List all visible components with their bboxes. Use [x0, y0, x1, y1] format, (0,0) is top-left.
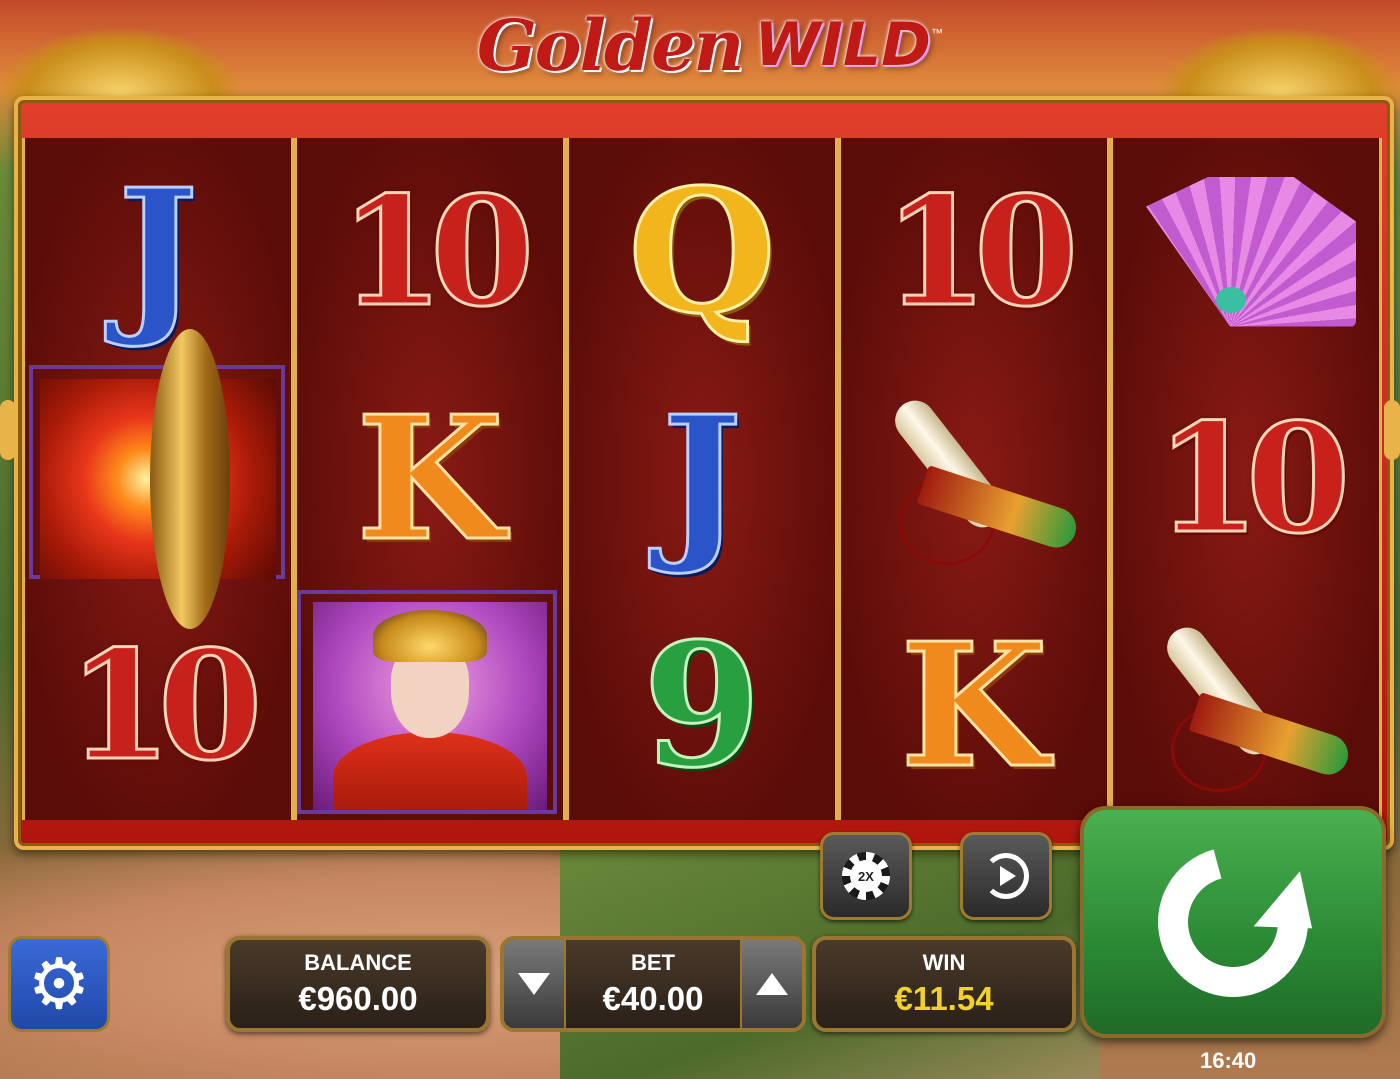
reel-1-symbol-3: 10 — [25, 592, 291, 819]
reel-grid: J 10 10 K Q J 9 10 K 10 — [22, 138, 1386, 820]
win-panel: WIN €11.54 — [812, 936, 1076, 1032]
reel-5-symbol-2: 10 — [1113, 365, 1379, 592]
win-label: WIN — [922, 950, 966, 975]
symbol-9: 9 — [641, 605, 762, 806]
play-icon — [1000, 866, 1016, 886]
symbol-10: 10 — [66, 617, 264, 794]
frame-side-ornament-left — [0, 400, 16, 460]
reel-1-symbol-2 — [25, 328, 291, 629]
pink-fan-symbol — [1136, 167, 1356, 337]
frame-side-ornament-right — [1384, 400, 1400, 460]
autoplay-icon — [983, 853, 1029, 899]
bet-panel: BET €40.00 — [500, 936, 806, 1032]
reel-2-symbol-2: K — [297, 365, 563, 592]
reel-3-symbol-1: Q — [569, 138, 835, 365]
symbol-q: Q — [626, 151, 777, 352]
spin-arrow-icon — [1253, 871, 1336, 956]
symbol-10: 10 — [338, 163, 536, 340]
symbol-j: J — [660, 378, 743, 579]
symbol-10: 10 — [882, 163, 1080, 340]
double-up-button[interactable]: 2X — [820, 832, 912, 920]
bet-display: BET €40.00 — [566, 940, 740, 1028]
gear-icon: ⚙ — [27, 945, 91, 1023]
win-value: €11.54 — [894, 980, 994, 1017]
empress-crown-icon — [373, 609, 487, 662]
balance-value: €960.00 — [298, 980, 418, 1017]
logo-golden: Golden — [477, 3, 744, 87]
reel-2-symbol-1: 10 — [297, 138, 563, 365]
reel-1: J 10 — [22, 138, 294, 820]
gold-coin-icon — [150, 328, 230, 629]
empress-wild-symbol — [313, 601, 547, 810]
reel-4-symbol-3: K — [841, 592, 1107, 819]
scroll-horn-symbol — [1131, 606, 1361, 806]
settings-button[interactable]: ⚙ — [8, 936, 110, 1032]
reel-4-symbol-1: 10 — [841, 138, 1107, 365]
scroll-horn-symbol — [859, 379, 1089, 579]
symbol-10: 10 — [1154, 390, 1352, 567]
logo-trademark: ™ — [930, 26, 943, 40]
symbol-j: J — [116, 151, 199, 352]
spin-button[interactable] — [1080, 806, 1386, 1038]
symbol-k: K — [355, 378, 506, 579]
bet-decrease-button[interactable] — [504, 940, 566, 1028]
arrow-down-icon — [518, 973, 550, 995]
bet-increase-button[interactable] — [740, 940, 802, 1028]
fire-coin-scatter-symbol — [40, 328, 276, 629]
reel-3-symbol-2: J — [569, 365, 835, 592]
spin-icon — [1130, 819, 1336, 1025]
arrow-up-icon — [756, 973, 788, 995]
reel-3-symbol-3: 9 — [569, 592, 835, 819]
reel-5-symbol-3 — [1113, 592, 1379, 819]
logo-wild: WILD — [754, 10, 931, 80]
bet-value: €40.00 — [602, 980, 704, 1017]
fan-pivot — [1216, 286, 1246, 313]
reel-2-symbol-3 — [297, 590, 563, 819]
empress-robe — [333, 731, 527, 810]
clock: 16:40 — [1200, 1048, 1257, 1073]
reel-5-symbol-1 — [1113, 138, 1379, 365]
game-logo: Golden WILD ™ — [410, 0, 1010, 90]
reel-5: 10 — [1110, 138, 1382, 820]
balance-panel: BALANCE €960.00 — [226, 936, 490, 1032]
balance-label: BALANCE — [304, 950, 412, 975]
bet-label: BET — [631, 950, 675, 975]
autoplay-button[interactable] — [960, 832, 1052, 920]
reel-2: 10 K — [294, 138, 566, 820]
double-label: 2X — [850, 860, 882, 892]
reel-3: Q J 9 — [566, 138, 838, 820]
chip-icon: 2X — [842, 852, 890, 900]
fan-icon — [1146, 176, 1356, 327]
reel-4: 10 K — [838, 138, 1110, 820]
reel-1-symbol-1: J — [25, 138, 291, 365]
symbol-k: K — [899, 605, 1050, 806]
reel-4-symbol-2 — [841, 365, 1107, 592]
